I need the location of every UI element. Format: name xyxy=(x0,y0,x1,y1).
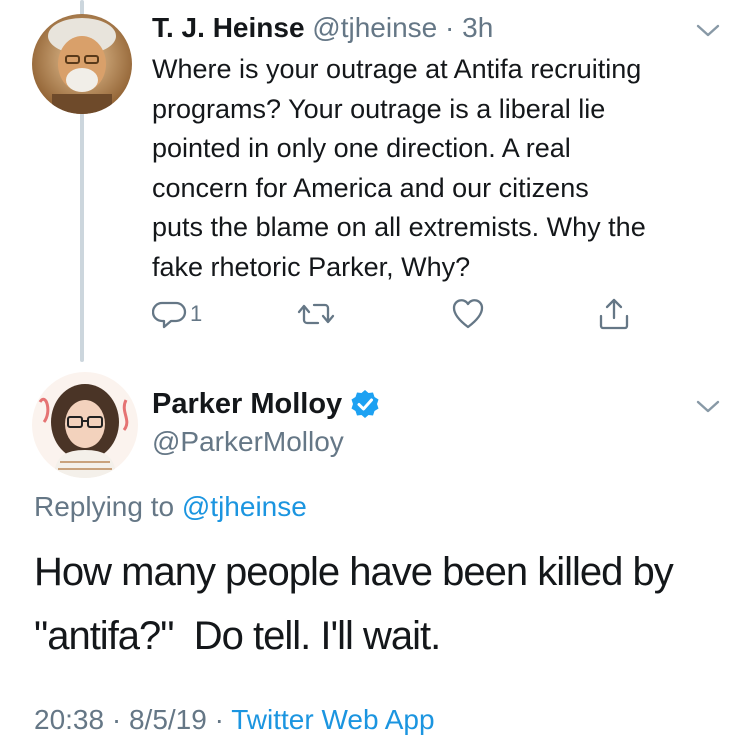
retweet-icon xyxy=(297,303,335,325)
tweet-header: T. J. Heinse @tjheinse · 3h xyxy=(152,8,493,48)
handle[interactable]: @ParkerMolloy xyxy=(152,422,344,462)
tweet-text-line: "antifa?" Do tell. I'll wait. xyxy=(34,614,441,658)
tweet-text-line: pointed in only one direction. A real xyxy=(152,133,571,163)
tweet-meta: 20:38 · 8/5/19 · Twitter Web App xyxy=(34,700,435,740)
timestamp[interactable]: 3h xyxy=(462,12,493,43)
tweet-text-line: How many people have been killed by xyxy=(34,550,674,594)
tweet-author: Parker Molloy xyxy=(152,384,380,424)
replying-to-handle-link[interactable]: @tjheinse xyxy=(182,491,307,522)
like-button[interactable] xyxy=(450,296,486,332)
separator: · xyxy=(111,704,122,735)
source-app-link[interactable]: Twitter Web App xyxy=(231,704,434,735)
replying-to: Replying to @tjheinse xyxy=(34,487,307,527)
tweet-text-line: concern for America and our citizens xyxy=(152,172,589,203)
chevron-down-icon[interactable] xyxy=(694,392,722,420)
verified-badge-icon xyxy=(351,390,379,418)
separator: · xyxy=(445,12,455,43)
reply-icon xyxy=(152,301,187,329)
share-button[interactable] xyxy=(596,296,632,332)
tweet-text-line: fake rhetoric Parker, Why? xyxy=(152,251,471,282)
display-name[interactable]: Parker Molloy xyxy=(152,384,342,424)
tweet-time[interactable]: 20:38 xyxy=(34,704,104,735)
tweet-text-line: Where is your outrage at Antifa recruiti… xyxy=(152,54,642,84)
chevron-down-icon[interactable] xyxy=(694,16,722,44)
replying-prefix: Replying to xyxy=(34,491,175,522)
tweet-text-line: programs? Your outrage is a liberal lie xyxy=(152,93,606,124)
avatar[interactable] xyxy=(32,372,138,478)
handle[interactable]: @tjheinse xyxy=(312,12,437,43)
reply-button[interactable]: 1 xyxy=(152,296,202,332)
share-icon xyxy=(599,298,629,330)
tweet-text-line: puts the blame on all extremists. Why th… xyxy=(152,212,646,242)
heart-icon xyxy=(452,299,484,329)
avatar[interactable] xyxy=(32,14,132,114)
reply-count: 1 xyxy=(190,301,203,326)
retweet-button[interactable] xyxy=(296,296,336,332)
separator: · xyxy=(214,704,224,735)
tweet-date[interactable]: 8/5/19 xyxy=(129,704,207,735)
display-name[interactable]: T. J. Heinse xyxy=(152,12,305,43)
tweet-text: Where is your outrage at Antifa recruiti… xyxy=(152,50,742,287)
tweet-text: How many people have been killed by "ant… xyxy=(34,540,674,668)
